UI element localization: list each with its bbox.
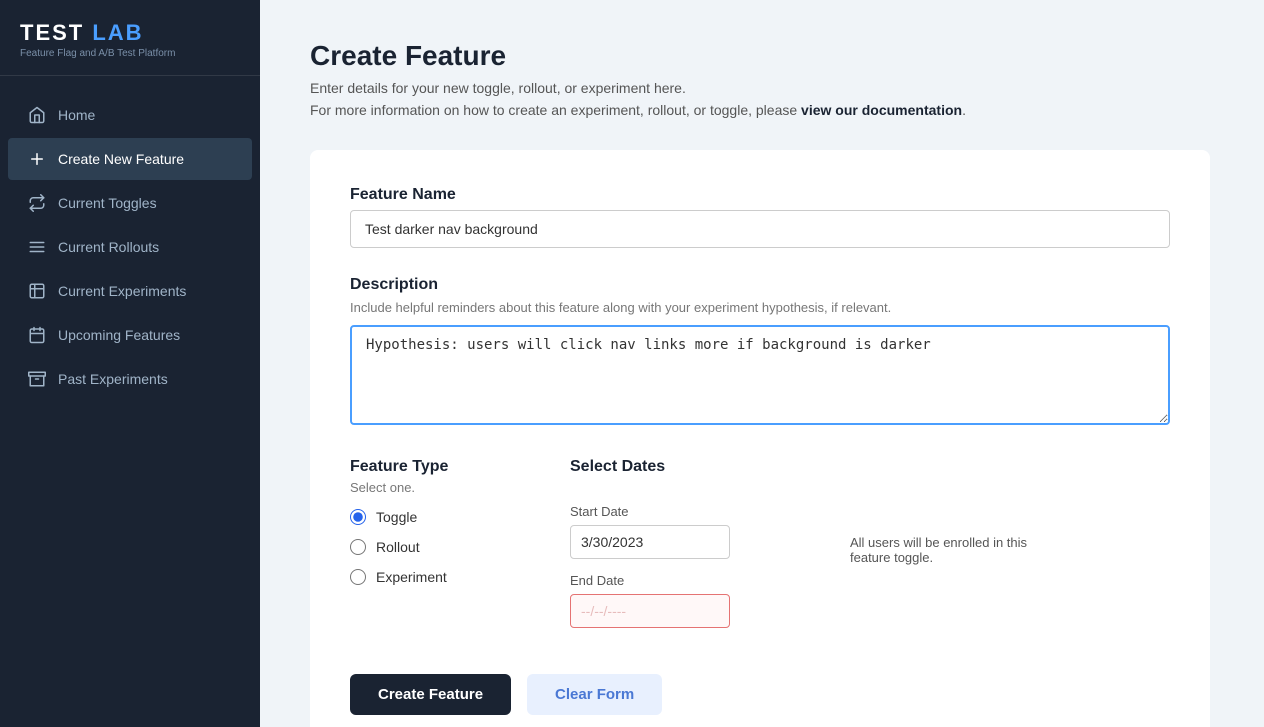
- page-doc-info: For more information on how to create an…: [310, 102, 1214, 118]
- page-title: Create Feature: [310, 40, 1214, 72]
- app-logo: TEST LAB: [20, 20, 240, 46]
- clear-form-button[interactable]: Clear Form: [527, 674, 662, 715]
- sidebar-toggles-label: Current Toggles: [58, 195, 157, 211]
- sidebar-item-current-experiments[interactable]: Current Experiments: [8, 270, 252, 312]
- radio-rollout-label: Rollout: [376, 539, 420, 555]
- sidebar-upcoming-label: Upcoming Features: [58, 327, 180, 343]
- radio-experiment-input[interactable]: [350, 569, 366, 585]
- radio-experiment[interactable]: Experiment: [350, 569, 510, 585]
- sidebar-create-label: Create New Feature: [58, 151, 184, 167]
- sidebar-past-label: Past Experiments: [58, 371, 168, 387]
- toggles-icon: [28, 194, 46, 212]
- sidebar-item-upcoming-features[interactable]: Upcoming Features: [8, 314, 252, 356]
- feature-name-input[interactable]: [350, 210, 1170, 248]
- sidebar-item-create-new-feature[interactable]: Create New Feature: [8, 138, 252, 180]
- sidebar-item-current-toggles[interactable]: Current Toggles: [8, 182, 252, 224]
- feature-name-label: Feature Name: [350, 186, 1170, 204]
- description-hint: Include helpful reminders about this fea…: [350, 300, 1170, 315]
- home-icon: [28, 106, 46, 124]
- app-tagline: Feature Flag and A/B Test Platform: [20, 48, 240, 59]
- create-feature-button[interactable]: Create Feature: [350, 674, 511, 715]
- radio-rollout-input[interactable]: [350, 539, 366, 555]
- feature-type-label: Feature Type: [350, 458, 510, 476]
- radio-toggle-label: Toggle: [376, 509, 417, 525]
- sidebar-home-label: Home: [58, 107, 95, 123]
- start-date-wrapper: ✕: [570, 525, 730, 559]
- sidebar-item-home[interactable]: Home: [8, 94, 252, 136]
- sidebar-item-past-experiments[interactable]: Past Experiments: [8, 358, 252, 400]
- end-date-wrapper: ✕: [570, 594, 730, 628]
- description-label: Description: [350, 276, 1170, 294]
- form-buttons: Create Feature Clear Form: [350, 674, 1170, 715]
- main-content: Create Feature Enter details for your ne…: [260, 0, 1264, 727]
- radio-toggle[interactable]: Toggle: [350, 509, 510, 525]
- calendar-icon: [28, 326, 46, 344]
- feature-type-section: Feature Type Select one. Toggle Rollout …: [350, 458, 510, 599]
- sidebar-rollouts-label: Current Rollouts: [58, 239, 159, 255]
- radio-experiment-label: Experiment: [376, 569, 447, 585]
- page-subtitle: Enter details for your new toggle, rollo…: [310, 80, 1214, 96]
- description-textarea[interactable]: Hypothesis: users will click nav links m…: [350, 325, 1170, 425]
- end-date-group: End Date ✕: [570, 573, 770, 628]
- plus-icon: [28, 150, 46, 168]
- rollouts-icon: [28, 238, 46, 256]
- end-date-input[interactable]: [571, 595, 730, 627]
- select-dates-label: Select Dates: [570, 458, 770, 476]
- sidebar-item-current-rollouts[interactable]: Current Rollouts: [8, 226, 252, 268]
- description-group: Description Include helpful reminders ab…: [350, 276, 1170, 430]
- radio-rollout[interactable]: Rollout: [350, 539, 510, 555]
- bottom-section: Feature Type Select one. Toggle Rollout …: [350, 458, 1170, 642]
- archive-icon: [28, 370, 46, 388]
- start-date-input[interactable]: [571, 526, 730, 558]
- start-date-label: Start Date: [570, 504, 770, 519]
- toggle-enrollment-note: All users will be enrolled in this featu…: [850, 535, 1070, 565]
- feature-name-group: Feature Name: [350, 186, 1170, 248]
- sidebar: TEST LAB Feature Flag and A/B Test Platf…: [0, 0, 260, 727]
- logo-area: TEST LAB Feature Flag and A/B Test Platf…: [0, 0, 260, 76]
- sidebar-experiments-label: Current Experiments: [58, 283, 186, 299]
- start-date-group: Start Date ✕: [570, 504, 770, 559]
- experiments-icon: [28, 282, 46, 300]
- create-feature-form: Feature Name Description Include helpful…: [310, 150, 1210, 727]
- sidebar-nav: Home Create New Feature Current Toggles …: [0, 76, 260, 727]
- end-date-label: End Date: [570, 573, 770, 588]
- radio-toggle-input[interactable]: [350, 509, 366, 525]
- documentation-link[interactable]: view our documentation: [801, 102, 962, 118]
- dates-section: Select Dates Start Date ✕: [570, 458, 770, 642]
- feature-type-sublabel: Select one.: [350, 480, 510, 495]
